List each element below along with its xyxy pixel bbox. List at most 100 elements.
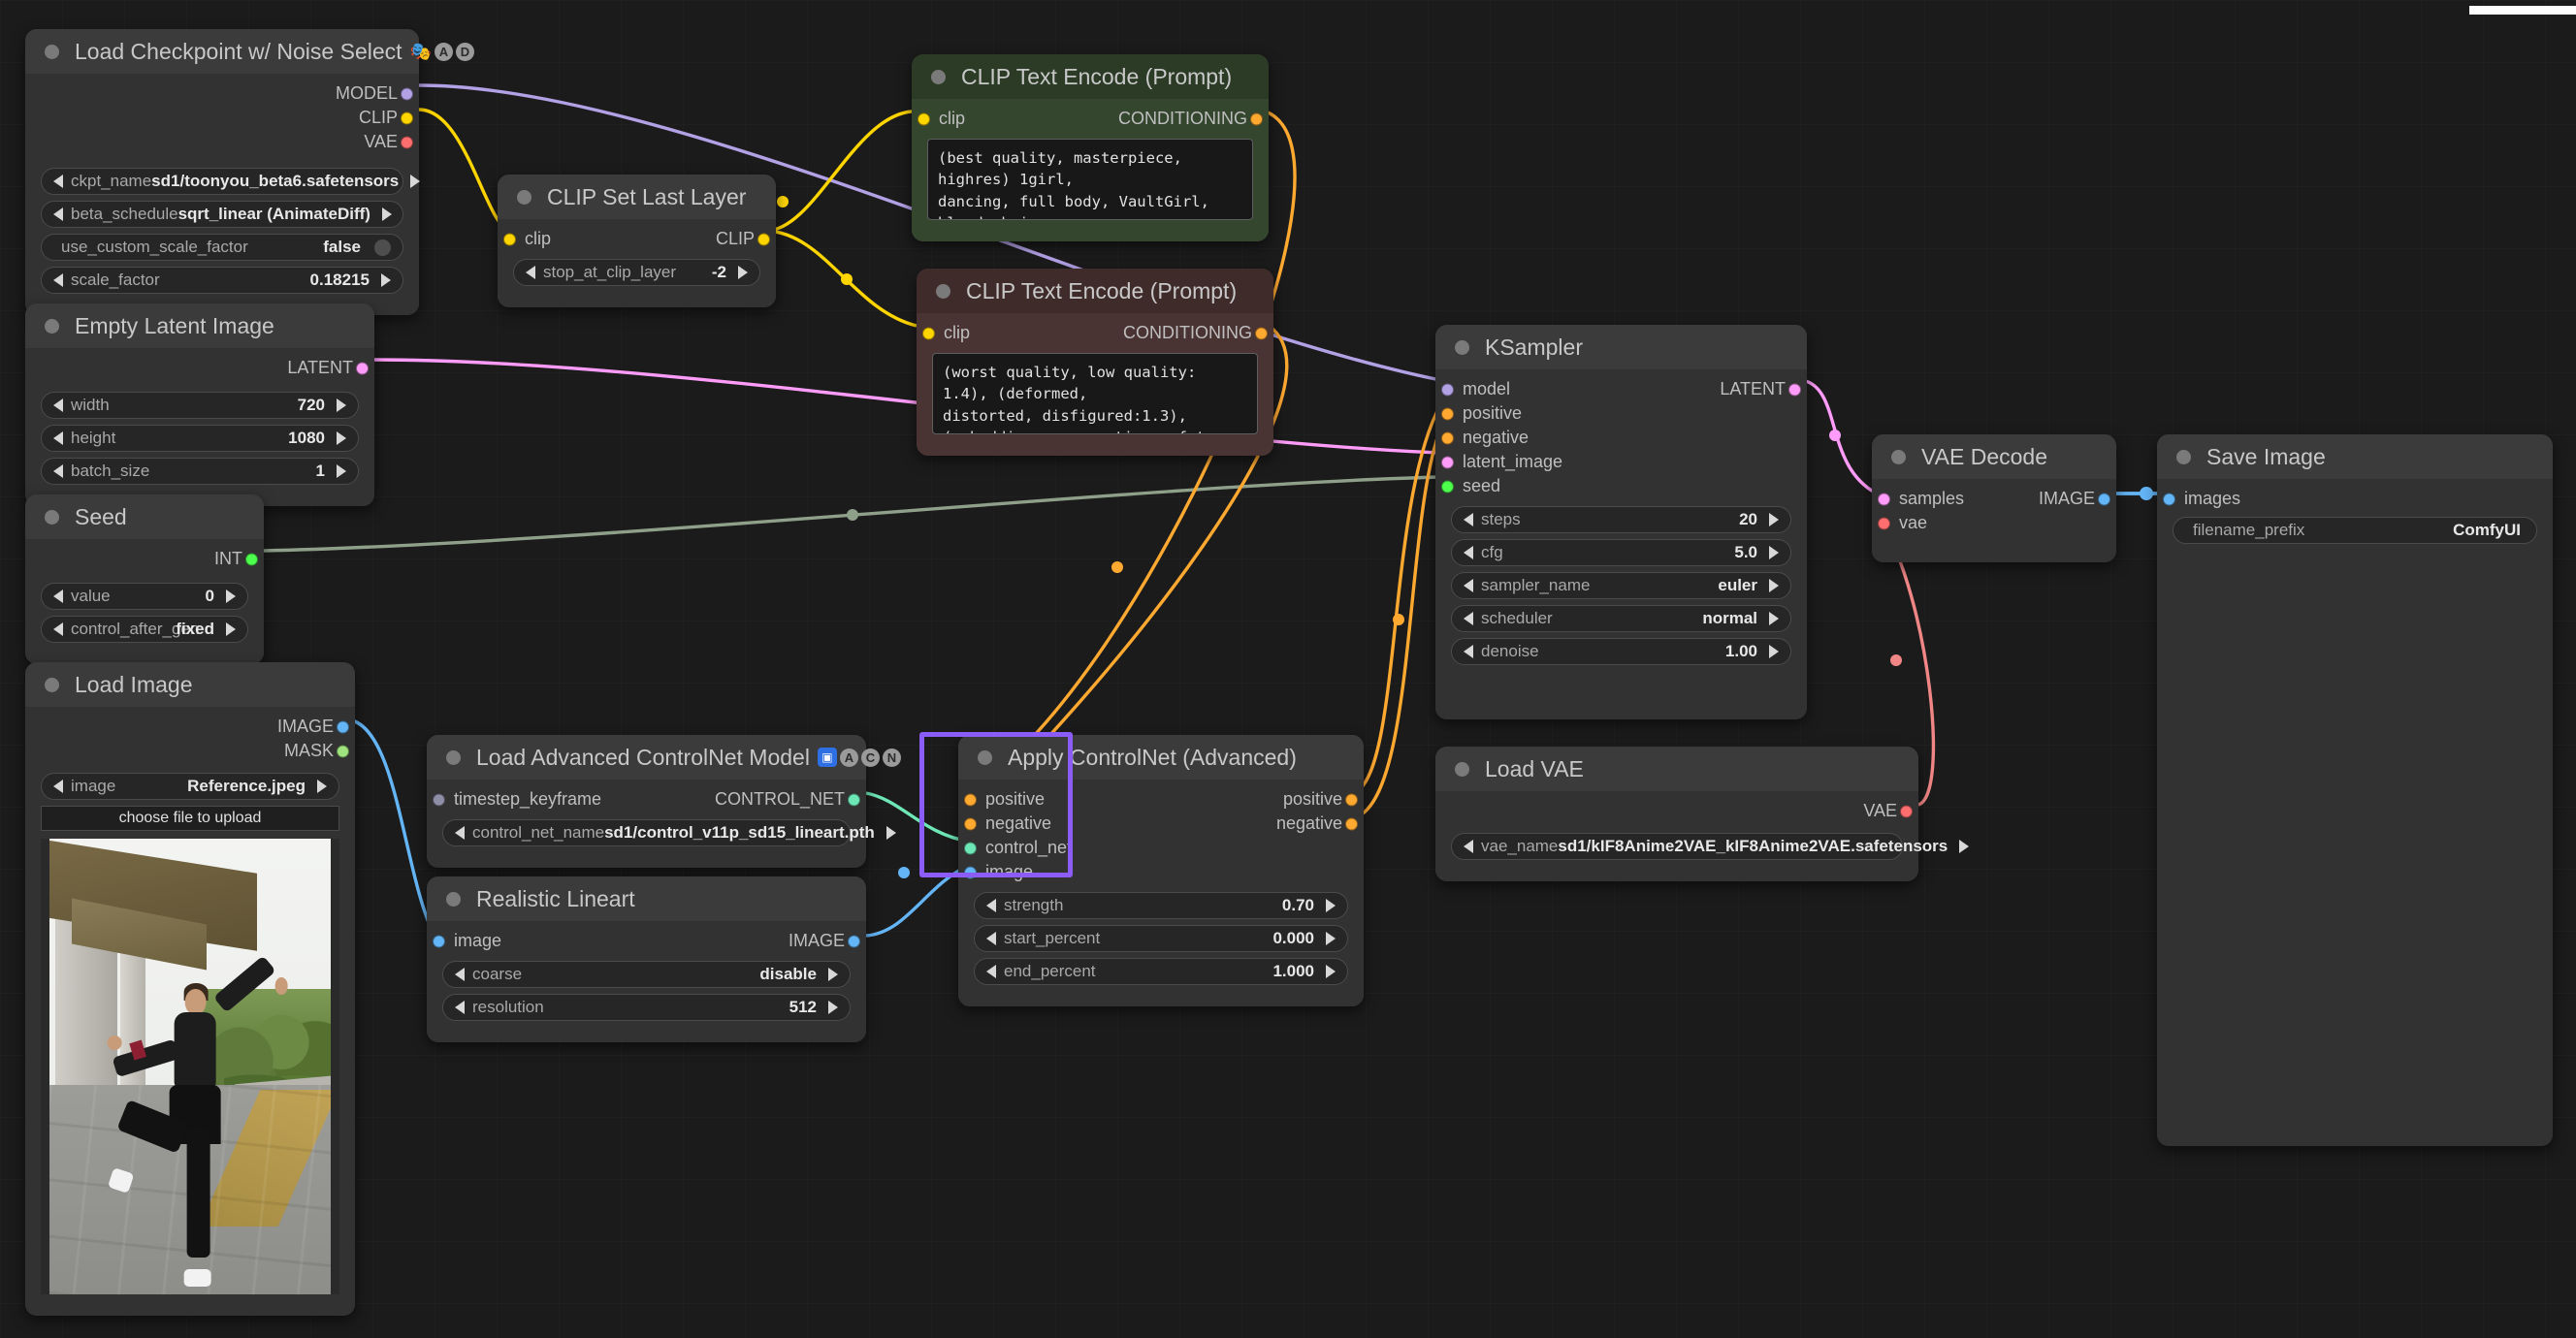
- increment-arrow-icon[interactable]: [381, 273, 391, 287]
- port-dot-negative-in[interactable]: [964, 817, 977, 830]
- port-dot-image[interactable]: [337, 720, 349, 733]
- port-dot-clip-in[interactable]: [918, 112, 930, 125]
- widget-vae-name[interactable]: vae_name sd1/kIF8Anime2VAE_kIF8Anime2VAE…: [1451, 833, 1970, 860]
- port-dot-negative-in[interactable]: [1441, 431, 1454, 444]
- port-dot-positive-in[interactable]: [964, 793, 977, 806]
- widget-control-net-name[interactable]: control_net_name sd1/control_v11p_sd15_l…: [442, 819, 896, 846]
- decrement-arrow-icon[interactable]: [53, 207, 63, 221]
- port-dot-clip-in[interactable]: [503, 233, 516, 245]
- node-title-bar[interactable]: CLIP Text Encode (Prompt): [912, 54, 1269, 99]
- increment-arrow-icon[interactable]: [226, 622, 236, 636]
- increment-arrow-icon[interactable]: [317, 780, 327, 793]
- port-dot-negative-out[interactable]: [1345, 817, 1358, 830]
- widget-beta-schedule[interactable]: beta_schedule sqrt_linear (AnimateDiff): [41, 201, 403, 228]
- widget-value[interactable]: -2: [712, 263, 730, 282]
- decrement-arrow-icon[interactable]: [1464, 513, 1473, 526]
- node-title-bar[interactable]: VAE Decode: [1872, 434, 2116, 479]
- widget-value[interactable]: normal: [1702, 609, 1761, 628]
- increment-arrow-icon[interactable]: [1769, 579, 1779, 592]
- port-dot-mask[interactable]: [337, 745, 349, 757]
- increment-arrow-icon[interactable]: [1326, 965, 1336, 978]
- widget-value[interactable]: 1: [316, 462, 329, 481]
- collapse-dot-icon[interactable]: [45, 44, 59, 59]
- collapse-dot-icon[interactable]: [446, 749, 461, 765]
- increment-arrow-icon[interactable]: [337, 464, 346, 478]
- port-dot-image-out[interactable]: [2098, 493, 2110, 505]
- collapse-dot-icon[interactable]: [45, 509, 59, 525]
- node-load-advanced-controlnet-model[interactable]: Load Advanced ControlNet Model ▣ A C N t…: [427, 735, 901, 868]
- output-port-int[interactable]: INT: [25, 547, 264, 571]
- widget-scale-factor[interactable]: scale_factor 0.18215: [41, 267, 403, 294]
- port-dot-vae[interactable]: [401, 136, 413, 148]
- widget-value[interactable]: sd1/toonyou_beta6.safetensors: [151, 172, 402, 191]
- decrement-arrow-icon[interactable]: [526, 266, 535, 279]
- node-title-bar[interactable]: Load VAE: [1435, 747, 1918, 791]
- collapse-dot-icon[interactable]: [45, 677, 59, 692]
- input-port-negative[interactable]: negative: [1435, 426, 1807, 450]
- widget-filename-prefix[interactable]: filename_prefix ComfyUI: [2173, 517, 2537, 544]
- input-port-seed[interactable]: seed: [1435, 474, 1807, 498]
- widget-value[interactable]: sd1/kIF8Anime2VAE_kIF8Anime2VAE.safetens…: [1558, 837, 1951, 856]
- node-ksampler[interactable]: KSampler model LATENT positive negative …: [1435, 325, 1807, 719]
- decrement-arrow-icon[interactable]: [1464, 645, 1473, 658]
- widget-value[interactable]: disable: [759, 965, 821, 984]
- output-port-vae[interactable]: VAE: [25, 130, 419, 154]
- collapse-dot-icon[interactable]: [517, 189, 531, 205]
- widget-sampler-name[interactable]: sampler_name euler: [1451, 572, 1791, 599]
- widget-value[interactable]: 720: [298, 396, 329, 415]
- port-row-model-latent[interactable]: model LATENT: [1435, 377, 1807, 401]
- node-title-bar[interactable]: Load Advanced ControlNet Model ▣ A C N: [427, 735, 901, 780]
- port-dot-control-net-in[interactable]: [964, 842, 977, 854]
- port-row-clip-conditioning[interactable]: clip CONDITIONING: [917, 321, 1273, 345]
- port-dot-seed-in[interactable]: [1441, 480, 1454, 493]
- widget-value[interactable]: 20: [1739, 510, 1761, 529]
- port-dot-vae-out[interactable]: [1900, 805, 1913, 817]
- widget-steps[interactable]: steps 20: [1451, 506, 1791, 533]
- output-port-latent[interactable]: LATENT: [25, 356, 374, 380]
- port-row-positive[interactable]: positive positive: [958, 787, 1364, 812]
- decrement-arrow-icon[interactable]: [986, 899, 996, 912]
- input-port-vae[interactable]: vae: [1872, 511, 2116, 535]
- increment-arrow-icon[interactable]: [1326, 932, 1336, 945]
- port-dot-latent-image-in[interactable]: [1441, 456, 1454, 468]
- node-load-vae[interactable]: Load VAE VAE vae_name sd1/kIF8Anime2VAE_…: [1435, 747, 1970, 881]
- increment-arrow-icon[interactable]: [381, 207, 392, 221]
- node-title-bar[interactable]: CLIP Set Last Layer: [498, 175, 776, 219]
- collapse-dot-icon[interactable]: [1891, 449, 1906, 464]
- port-dot-positive-in[interactable]: [1441, 407, 1454, 420]
- port-dot-samples-in[interactable]: [1878, 493, 1890, 505]
- output-port-image[interactable]: IMAGE: [25, 715, 355, 739]
- decrement-arrow-icon[interactable]: [1464, 840, 1473, 853]
- widget-height[interactable]: height 1080: [41, 425, 359, 452]
- node-title-bar[interactable]: Save Image: [2157, 434, 2553, 479]
- increment-arrow-icon[interactable]: [1769, 645, 1779, 658]
- collapse-dot-icon[interactable]: [978, 749, 992, 765]
- output-port-model[interactable]: MODEL: [25, 81, 419, 106]
- decrement-arrow-icon[interactable]: [986, 965, 996, 978]
- port-row-timestep-controlnet[interactable]: timestep_keyframe CONTROL_NET: [427, 787, 866, 812]
- increment-arrow-icon[interactable]: [828, 968, 838, 981]
- node-clip-text-encode-negative[interactable]: CLIP Text Encode (Prompt) clip CONDITION…: [917, 269, 1273, 456]
- negative-prompt-textarea[interactable]: (worst quality, low quality: 1.4), (defo…: [932, 353, 1258, 434]
- node-apply-controlnet-advanced[interactable]: Apply ControlNet (Advanced) positive pos…: [958, 735, 1364, 1006]
- port-dot-image-in[interactable]: [433, 935, 445, 947]
- widget-stop-at-clip-layer[interactable]: stop_at_clip_layer -2: [513, 259, 760, 286]
- port-dot-model[interactable]: [401, 87, 413, 100]
- increment-arrow-icon[interactable]: [226, 589, 236, 603]
- collapse-dot-icon[interactable]: [936, 283, 950, 299]
- increment-arrow-icon[interactable]: [337, 431, 346, 445]
- decrement-arrow-icon[interactable]: [1464, 612, 1473, 625]
- increment-arrow-icon[interactable]: [1769, 612, 1779, 625]
- widget-batch-size[interactable]: batch_size 1: [41, 458, 359, 485]
- widget-value[interactable]: Reference.jpeg: [187, 777, 309, 796]
- widget-value[interactable]: 0.70: [1282, 896, 1318, 915]
- widget-value[interactable]: 1.00: [1725, 642, 1761, 661]
- widget-value[interactable]: ComfyUI: [2453, 521, 2525, 540]
- port-row-clip[interactable]: clip CLIP: [498, 227, 776, 251]
- node-load-checkpoint-noise-select[interactable]: Load Checkpoint w/ Noise Select 🎭 A D MO…: [25, 29, 474, 315]
- decrement-arrow-icon[interactable]: [53, 175, 63, 188]
- collapse-dot-icon[interactable]: [45, 318, 59, 334]
- widget-start-percent[interactable]: start_percent 0.000: [974, 925, 1348, 952]
- node-title-bar[interactable]: Load Image: [25, 662, 355, 707]
- decrement-arrow-icon[interactable]: [455, 826, 465, 840]
